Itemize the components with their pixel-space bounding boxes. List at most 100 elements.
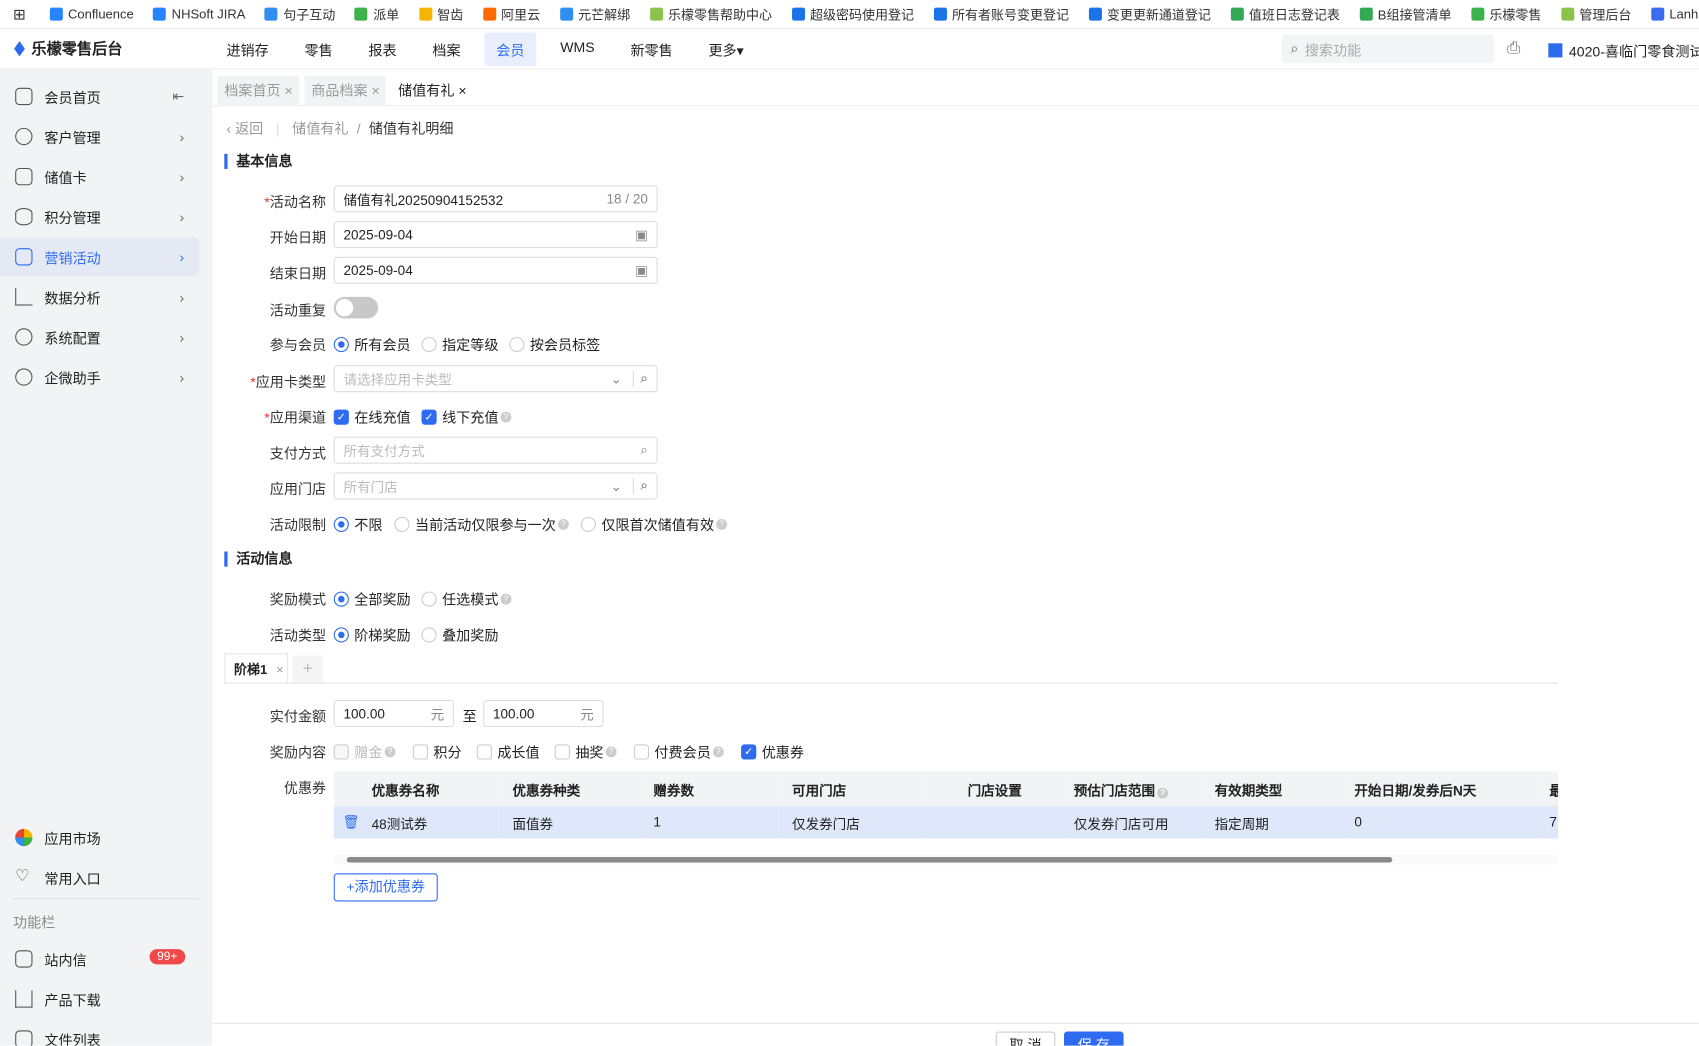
sidebar-item-customers[interactable]: 客户管理 › <box>0 117 199 156</box>
sidebar-item-points[interactable]: 积分管理 › <box>0 197 199 236</box>
radio-tiered-reward[interactable]: 阶梯奖励 <box>333 624 411 645</box>
search-icon[interactable]: ⌕ <box>632 477 648 495</box>
nav-item-active[interactable]: 会员 <box>484 31 537 66</box>
bookmark[interactable]: B组接管清单 <box>1359 5 1452 23</box>
gear-icon <box>15 328 33 346</box>
end-date-input[interactable]: 2025-09-04 ▣ <box>333 256 658 284</box>
collapse-icon[interactable]: ⇤ <box>172 88 184 105</box>
bookmark[interactable]: 阿里云 <box>482 5 540 23</box>
char-count: 18 / 20 <box>606 191 648 207</box>
print-icon[interactable]: ⎙ <box>1507 39 1520 57</box>
start-date-input[interactable]: 2025-09-04 ▣ <box>333 221 658 249</box>
radio-all-members[interactable]: 所有会员 <box>333 334 411 355</box>
sidebar-item-wecom[interactable]: 企微助手 › <box>0 358 199 397</box>
store-select[interactable]: 所有门店 ⌄ ⌕ <box>333 472 658 500</box>
calendar-icon[interactable]: ▣ <box>635 226 648 243</box>
radio-unlimited[interactable]: 不限 <box>333 514 382 535</box>
field-label: 活动限制 <box>269 516 327 534</box>
checkbox-paid-member[interactable]: 付费会员? <box>633 741 724 762</box>
repeat-toggle[interactable] <box>333 296 379 319</box>
nav-item-more[interactable]: 更多▾ <box>697 32 756 66</box>
bookmark[interactable]: 所有者账号变更登记 <box>933 5 1069 23</box>
bookmark[interactable]: 乐檬零售帮助中心 <box>649 5 772 23</box>
radio-stacked-reward[interactable]: 叠加奖励 <box>421 624 498 645</box>
sidebar-item-home[interactable]: 会员首页 ⇤ <box>0 77 199 116</box>
sidebar-item-stored-card[interactable]: 储值卡 › <box>0 157 199 196</box>
payment-method-input[interactable]: 所有支付方式 ⌕ <box>333 436 658 464</box>
logo-icon <box>14 41 25 57</box>
app-logo[interactable]: 乐檬零售后台 <box>14 38 214 60</box>
nav-item[interactable]: 新零售 <box>619 32 685 66</box>
checkbox-offline-recharge[interactable]: ✓ 线下充值? <box>421 406 512 427</box>
save-button[interactable]: 保 存 <box>1063 1031 1124 1046</box>
tab-archive-home[interactable]: 档案首页 × <box>217 75 300 106</box>
tier-tab[interactable]: 阶梯1 × <box>224 653 289 684</box>
bookmark[interactable]: 句子互动 <box>264 5 335 23</box>
add-tier-button[interactable]: + <box>292 655 323 683</box>
amount-to-input[interactable]: 100.00 元 <box>483 699 604 728</box>
tab-product-archive[interactable]: 商品档案 × <box>304 75 387 106</box>
delete-icon[interactable]: 🗑 <box>333 806 363 839</box>
radio-optional-mode[interactable]: 任选模式? <box>421 588 512 609</box>
apps-grid-icon[interactable]: ⊞ <box>13 5 26 23</box>
nav-item[interactable]: 零售 <box>293 32 345 66</box>
radio-first-recharge[interactable]: 仅限首次储值有效? <box>580 514 728 535</box>
bookmark[interactable]: NHSoft JIRA <box>153 7 245 22</box>
sidebar-item-settings[interactable]: 系统配置 › <box>0 317 199 356</box>
calendar-icon[interactable]: ▣ <box>635 262 648 278</box>
search-icon[interactable]: ⌕ <box>632 370 648 387</box>
sidebar-item-files[interactable]: 文件列表 <box>0 1020 199 1046</box>
bookmark[interactable]: 变更更新通道登记 <box>1088 5 1211 23</box>
bookmark[interactable]: Confluence <box>49 7 134 22</box>
cancel-button[interactable]: 取 消 <box>995 1031 1056 1046</box>
bookmark[interactable]: 乐檬零售 <box>1471 5 1541 23</box>
sidebar-item-analytics[interactable]: 数据分析 › <box>0 277 199 316</box>
sidebar-item-favorites[interactable]: ♡ 常用入口 <box>0 858 199 897</box>
close-icon[interactable]: × <box>276 661 284 676</box>
column-header: 有效期类型 <box>1205 771 1346 807</box>
radio-member-tag[interactable]: 按会员标签 <box>509 334 600 355</box>
search-input[interactable]: ⌕ 搜索功能 <box>1281 34 1495 63</box>
amount-from-input[interactable]: 100.00 元 <box>333 699 454 728</box>
add-coupon-button[interactable]: +添加优惠券 <box>333 873 438 902</box>
chevron-right-icon: › <box>179 368 185 386</box>
bookmark[interactable]: 派单 <box>354 5 399 23</box>
card-type-select[interactable]: 请选择应用卡类型 ⌄ ⌕ <box>333 365 658 393</box>
nav-item[interactable]: 档案 <box>420 32 472 66</box>
nav-item[interactable]: WMS <box>548 32 606 66</box>
checkbox-lottery[interactable]: 抽奖? <box>554 741 617 762</box>
breadcrumb-parent[interactable]: 储值有礼 <box>292 120 348 136</box>
radio-once-only[interactable]: 当前活动仅限参与一次? <box>394 514 569 535</box>
table-cell: 0 <box>1345 806 1541 839</box>
search-icon[interactable]: ⌕ <box>640 442 648 458</box>
checkbox-coupon[interactable]: ✓ 优惠券 <box>741 741 804 762</box>
sidebar-item-app-market[interactable]: 应用市场 <box>0 818 199 857</box>
sidebar-item-messages[interactable]: 站内信 99+ <box>0 939 199 978</box>
tab-stored-value-gift[interactable]: 储值有礼 × <box>391 75 474 106</box>
table-cell: 面值券 <box>503 806 645 839</box>
radio-specific-level[interactable]: 指定等级 <box>421 334 498 355</box>
bookmark[interactable]: 管理后台 <box>1560 5 1631 23</box>
sidebar-item-marketing[interactable]: 营销活动 › <box>0 237 200 277</box>
checkbox-bonus[interactable]: 赠金? <box>333 741 396 762</box>
scrollbar-thumb[interactable] <box>346 857 1393 863</box>
nav-item[interactable]: 报表 <box>357 32 409 66</box>
footer-bar <box>212 1022 1699 1046</box>
horizontal-scrollbar[interactable] <box>333 854 1559 865</box>
help-icon: ? <box>500 593 512 605</box>
sidebar-item-downloads[interactable]: 产品下载 <box>0 979 199 1018</box>
checkbox-online-recharge[interactable]: ✓ 在线充值 <box>333 406 411 427</box>
bookmark[interactable]: 元芒解绑 <box>559 5 630 23</box>
checkbox-growth[interactable]: 成长值 <box>476 741 540 762</box>
column-header: 门店设置 <box>926 771 1066 807</box>
bookmark[interactable]: Lanhu_Share <box>1650 7 1699 22</box>
bookmark[interactable]: 值班日志登记表 <box>1230 5 1340 23</box>
back-link[interactable]: ‹ 返回 <box>226 120 263 136</box>
bookmark[interactable]: 智齿 <box>418 5 463 23</box>
checkbox-points[interactable]: 积分 <box>412 741 462 762</box>
store-selector[interactable]: 4020-喜临门零食测试 <box>1548 40 1699 61</box>
activity-name-input[interactable]: 储值有礼20250904152532 18 / 20 <box>333 185 658 213</box>
nav-item[interactable]: 进销存 <box>215 32 281 66</box>
bookmark[interactable]: 超级密码使用登记 <box>791 5 914 23</box>
radio-all-rewards[interactable]: 全部奖励 <box>333 588 411 609</box>
